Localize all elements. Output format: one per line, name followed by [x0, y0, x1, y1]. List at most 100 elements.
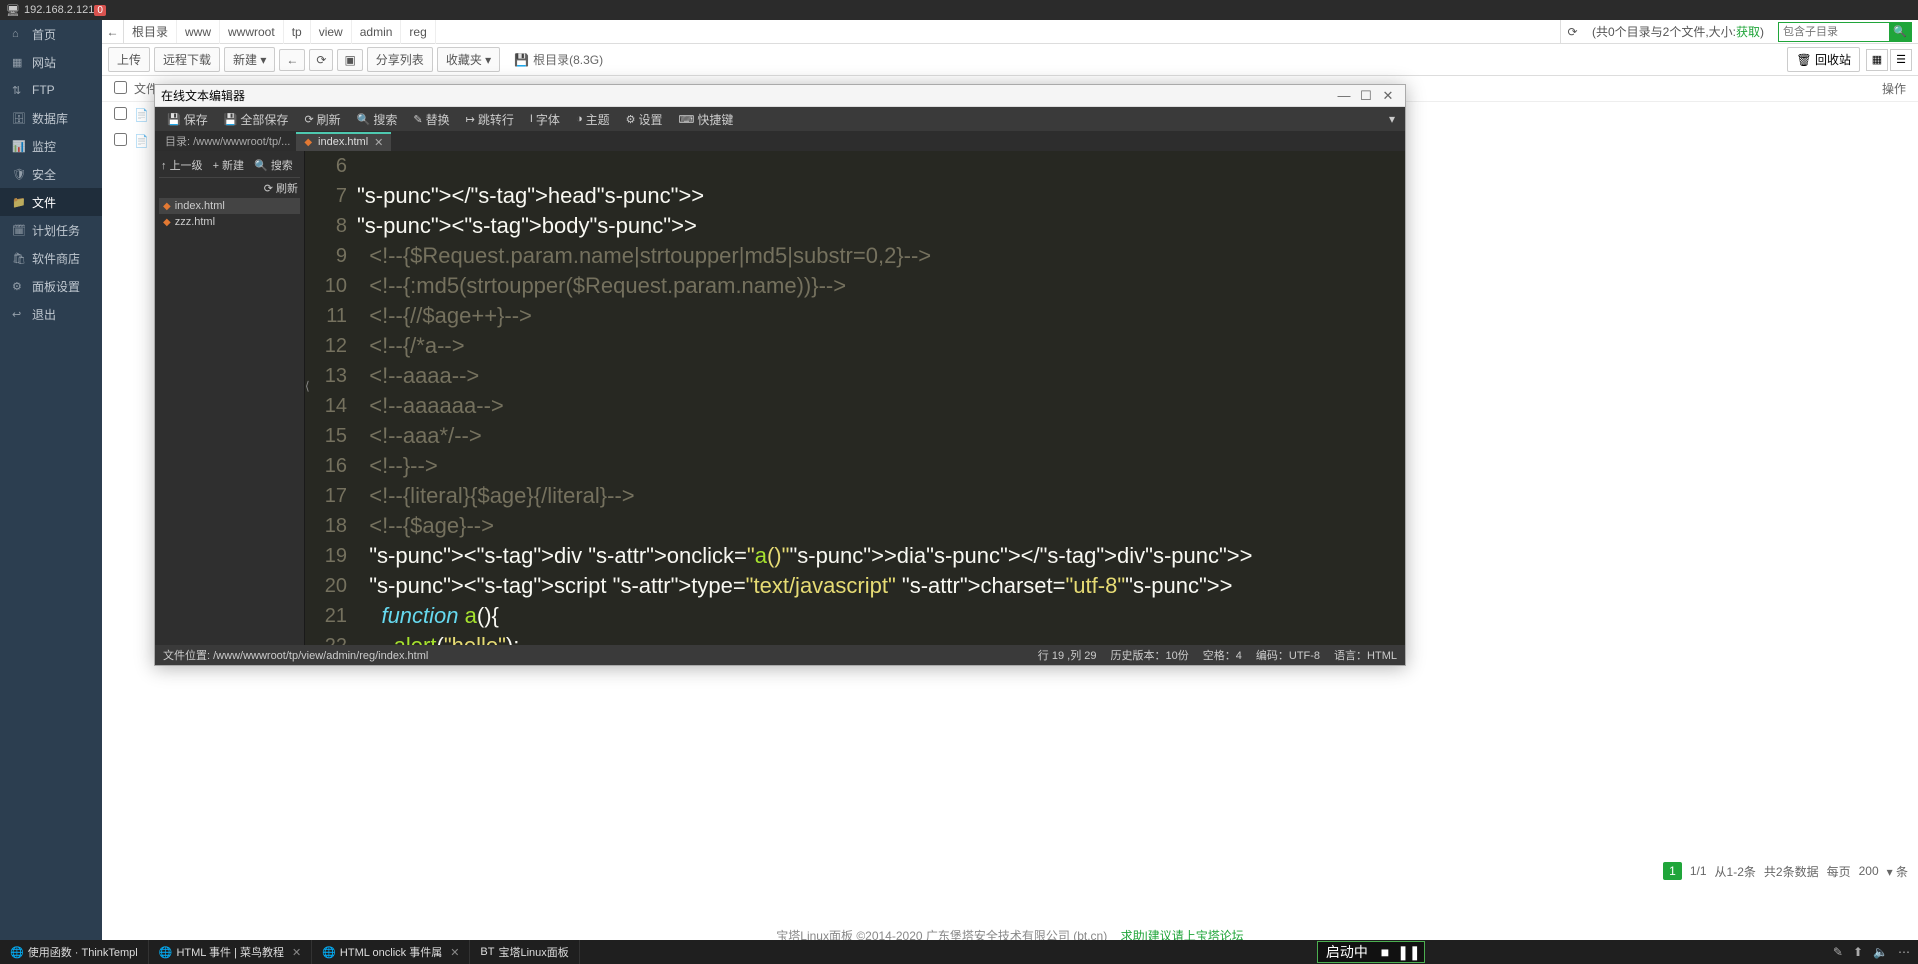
shortcut-button[interactable]: ⌨快捷键: [671, 111, 742, 128]
new-button[interactable]: 新建 ▾: [224, 47, 275, 72]
tree-new-button[interactable]: + 新建: [213, 157, 244, 173]
search-button[interactable]: 🔍搜索: [349, 111, 406, 128]
tree-search-button[interactable]: 🔍 搜索: [254, 157, 293, 173]
taskbar-item[interactable]: BT宝塔Linux面板: [470, 940, 579, 964]
minimize-button[interactable]: —: [1333, 88, 1355, 103]
file-tab[interactable]: ◆ index.html ✕: [296, 132, 391, 151]
sidebar-item-文件[interactable]: 📁文件: [0, 188, 102, 216]
upload-button[interactable]: 上传: [108, 47, 150, 72]
page-current[interactable]: 1: [1663, 862, 1682, 880]
tab-close-icon[interactable]: ✕: [292, 946, 301, 959]
taskbar-item[interactable]: 🌐HTML 事件 | 菜鸟教程✕: [149, 940, 312, 964]
view-list-button[interactable]: ☰: [1890, 49, 1912, 71]
sidebar-item-监控[interactable]: 📊监控: [0, 132, 102, 160]
tray-icon[interactable]: 🔈: [1873, 945, 1888, 959]
monitor-icon: 🖥: [6, 4, 20, 17]
col-operation: 操作: [1846, 80, 1906, 97]
row-checkbox[interactable]: [114, 133, 127, 146]
sidebar-item-数据库[interactable]: 🗄数据库: [0, 104, 102, 132]
sidebar-item-首页[interactable]: ⌂首页: [0, 20, 102, 48]
status-cursor[interactable]: 行 19 ,列 29: [1038, 647, 1097, 663]
status-history[interactable]: 历史版本：10份: [1111, 647, 1189, 663]
back-button[interactable]: ←: [102, 20, 124, 43]
code-lines[interactable]: "s-punc"></"s-tag">head"s-punc">>"s-punc…: [357, 151, 1405, 645]
sidebar-item-网站[interactable]: ▦网站: [0, 48, 102, 76]
tree-refresh-button[interactable]: ⟳ 刷新: [264, 180, 298, 196]
per-page-value[interactable]: 200: [1859, 864, 1879, 878]
sidebar-item-FTP[interactable]: ⇅FTP: [0, 76, 102, 104]
save-button[interactable]: 💾保存: [159, 111, 216, 128]
replace-icon: ✎: [413, 113, 422, 126]
tray-icon[interactable]: ✎: [1833, 945, 1843, 959]
notification-badge[interactable]: 0: [94, 5, 106, 16]
font-button[interactable]: I字体: [522, 111, 568, 128]
left-sidebar: ⌂首页▦网站⇅FTP🗄数据库📊监控🛡安全📁文件🗓计划任务🛍软件商店⚙面板设置↩退…: [0, 20, 102, 940]
search-input[interactable]: [1779, 23, 1889, 41]
close-button[interactable]: ✕: [1377, 88, 1399, 104]
status-encoding[interactable]: 编码：UTF-8: [1256, 647, 1320, 663]
favorites-button[interactable]: 收藏夹 ▾: [437, 47, 500, 72]
goto-icon: ↦: [466, 113, 475, 126]
path-label: 目录: /www/wwwroot/tp/...: [159, 133, 296, 149]
sidebar-icon: ▦: [12, 56, 26, 69]
tray-icon[interactable]: ⋯: [1898, 945, 1910, 959]
tree-file-index.html[interactable]: ◆index.html: [159, 198, 300, 214]
theme-button[interactable]: ◑主题: [568, 111, 618, 128]
view-grid-button[interactable]: ▦: [1866, 49, 1888, 71]
tree-file-zzz.html[interactable]: ◆zzz.html: [159, 214, 300, 230]
sidebar-item-退出[interactable]: ↩退出: [0, 300, 102, 328]
menu-overflow-button[interactable]: ▾: [1383, 112, 1401, 126]
sidebar-icon: ↩: [12, 308, 26, 321]
taskbar-item[interactable]: 🌐HTML onclick 事件属✕: [312, 940, 470, 964]
share-list-button[interactable]: 分享列表: [367, 47, 433, 72]
nav-refresh-button[interactable]: ⟳: [309, 49, 333, 71]
row-checkbox[interactable]: [114, 107, 127, 120]
address-bar: 🖥 192.168.2.121 0: [0, 0, 1918, 20]
refresh-icon[interactable]: ⟳: [1560, 20, 1584, 43]
sidebar-item-面板设置[interactable]: ⚙面板设置: [0, 272, 102, 300]
crumb-admin[interactable]: admin: [352, 20, 402, 44]
trash-button[interactable]: 🗑 回收站: [1787, 47, 1860, 72]
sidebar-item-计划任务[interactable]: 🗓计划任务: [0, 216, 102, 244]
search-button[interactable]: 🔍: [1889, 23, 1911, 41]
pause-recording-button[interactable]: ❚❚: [1402, 945, 1416, 959]
tab-close-icon[interactable]: ✕: [450, 946, 459, 959]
status-filepath: /www/wwwroot/tp/view/admin/reg/index.htm…: [213, 650, 428, 662]
settings-button[interactable]: ⚙设置: [618, 111, 671, 128]
crumb-wwwroot[interactable]: wwwroot: [220, 20, 284, 44]
tree-up-button[interactable]: ↑ 上一级: [161, 157, 203, 173]
crumb-view[interactable]: view: [311, 20, 352, 44]
stop-recording-button[interactable]: ■: [1378, 945, 1392, 959]
tray-icon[interactable]: ⬆: [1853, 945, 1863, 959]
replace-button[interactable]: ✎替换: [405, 111, 457, 128]
status-language[interactable]: 语言：HTML: [1334, 647, 1397, 663]
sidebar-label: FTP: [32, 83, 55, 97]
editor-title: 在线文本编辑器: [161, 87, 245, 104]
crumb-root[interactable]: 根目录: [124, 20, 177, 43]
app-icon: 🌐: [322, 946, 336, 959]
sidebar-item-安全[interactable]: 🛡安全: [0, 160, 102, 188]
terminal-button[interactable]: ▣: [337, 49, 362, 71]
save-all-button[interactable]: 💾全部保存: [216, 111, 297, 128]
nav-back-button[interactable]: ←: [279, 49, 305, 71]
taskbar-item[interactable]: 🌐使用函数 · ThinkTempl: [0, 940, 149, 964]
maximize-button[interactable]: ☐: [1355, 88, 1377, 104]
sidebar-icon: 🗓: [12, 224, 26, 237]
tab-close-button[interactable]: ✕: [374, 136, 383, 149]
get-size-link[interactable]: 获取: [1736, 25, 1760, 39]
theme-icon: ◑: [576, 113, 583, 125]
code-editor[interactable]: ⟨ 678910111213141516171819202122 "s-punc…: [305, 151, 1405, 645]
goto-button[interactable]: ↦跳转行: [458, 111, 522, 128]
remote-download-button[interactable]: 远程下载: [154, 47, 220, 72]
select-all-checkbox[interactable]: [114, 81, 127, 94]
dir-stats: (共0个目录与2个文件,大小:获取): [1584, 23, 1772, 40]
sidebar-item-软件商店[interactable]: 🛍软件商店: [0, 244, 102, 272]
search-icon: 🔍: [357, 113, 371, 126]
crumb-tp[interactable]: tp: [284, 20, 311, 44]
refresh-button[interactable]: ⟳刷新: [296, 111, 348, 128]
status-spaces[interactable]: 空格：4: [1203, 647, 1242, 663]
ip-address: 192.168.2.121: [24, 4, 94, 16]
crumb-www[interactable]: www: [177, 20, 220, 44]
crumb-reg[interactable]: reg: [401, 20, 435, 44]
editor-titlebar[interactable]: 在线文本编辑器 — ☐ ✕: [155, 85, 1405, 107]
